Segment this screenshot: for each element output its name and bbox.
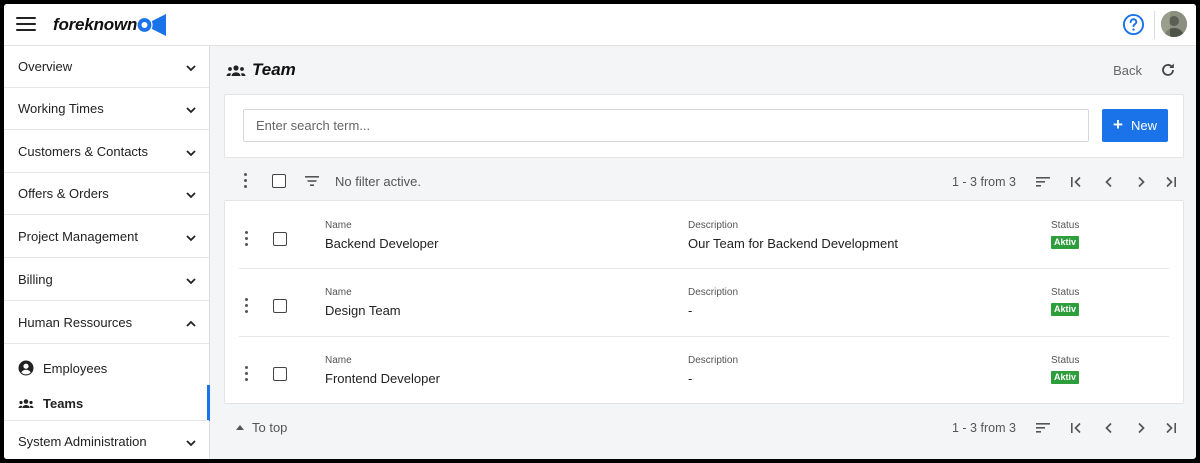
filter-icon[interactable]: [304, 175, 320, 187]
row-checkbox[interactable]: [273, 299, 287, 313]
main-content: Team Back + New No filter active. 1 - 3 …: [210, 46, 1196, 459]
more-vert-icon[interactable]: [243, 366, 249, 382]
list-footer: To top 1 - 3 from 3: [224, 412, 1184, 440]
avatar-image: [1161, 11, 1187, 37]
next-page-icon[interactable]: [1134, 175, 1148, 189]
sidebar-item-working-times[interactable]: Working Times: [4, 88, 209, 130]
status-badge: Aktiv: [1051, 236, 1080, 249]
table-row[interactable]: Name Backend Developer Description Our T…: [225, 201, 1183, 269]
team-name: Design Team: [325, 303, 401, 318]
sidebar-item-label: Billing: [18, 272, 53, 287]
list-toolbar: No filter active. 1 - 3 from 3: [224, 168, 1184, 196]
sidebar-item-system-administration[interactable]: System Administration: [4, 420, 209, 459]
status-badge: Aktiv: [1051, 303, 1080, 316]
team-name: Frontend Developer: [325, 371, 440, 386]
next-page-icon[interactable]: [1134, 421, 1148, 435]
sidebar-item-overview[interactable]: Overview: [4, 46, 209, 88]
pagination-text: 1 - 3 from 3: [952, 421, 1016, 435]
sidebar-item-employees[interactable]: Employees: [4, 350, 209, 386]
to-top-label: To top: [252, 420, 288, 435]
row-checkbox[interactable]: [273, 367, 287, 381]
top-bar: foreknown: [4, 4, 1196, 46]
sidebar-item-label: Overview: [18, 59, 73, 74]
sidebar-item-label: Offers & Orders: [18, 186, 109, 201]
team-list: Name Backend Developer Description Our T…: [224, 200, 1184, 404]
chevron-down-icon: [186, 278, 196, 285]
arrow-up-icon: [236, 425, 244, 430]
new-button-label: New: [1131, 118, 1158, 133]
help-icon[interactable]: [1122, 13, 1145, 36]
select-all-checkbox[interactable]: [272, 174, 286, 188]
back-button[interactable]: Back: [1113, 63, 1142, 78]
page-title: Team: [252, 60, 296, 79]
status-label: Status: [1051, 355, 1080, 366]
chevron-down-icon: [186, 150, 196, 157]
description-label: Description: [688, 287, 739, 298]
chevron-down-icon: [186, 235, 196, 242]
table-row[interactable]: Name Design Team Description - Status Ak…: [225, 269, 1183, 337]
avatar[interactable]: [1161, 11, 1187, 37]
previous-page-icon[interactable]: [1102, 175, 1116, 189]
sidebar-item-label: Human Ressources: [18, 315, 133, 330]
logo-text: foreknown: [53, 15, 138, 34]
first-page-icon[interactable]: [1069, 175, 1083, 189]
pagination-text: 1 - 3 from 3: [952, 175, 1016, 189]
sidebar-item-label: System Administration: [18, 434, 147, 449]
more-vert-icon[interactable]: [243, 231, 249, 247]
search-card: + New: [224, 94, 1184, 158]
refresh-icon[interactable]: [1160, 62, 1176, 78]
app-window: foreknown Overview Working Times Custome…: [4, 4, 1196, 459]
filter-status-text: No filter active.: [335, 174, 421, 189]
status-badge: Aktiv: [1051, 371, 1080, 384]
sidebar-item-label: Customers & Contacts: [18, 144, 149, 159]
team-description: Our Team for Backend Development: [688, 236, 899, 251]
description-label: Description: [688, 355, 739, 366]
sidebar: Overview Working Times Customers & Conta…: [4, 46, 210, 459]
menu-icon[interactable]: [16, 16, 36, 32]
chevron-down-icon: [186, 65, 196, 72]
sidebar-item-project-management[interactable]: Project Management: [4, 216, 209, 258]
status-label: Status: [1051, 220, 1080, 231]
chevron-down-icon: [186, 440, 196, 447]
plus-icon: +: [1113, 115, 1123, 134]
table-row[interactable]: Name Frontend Developer Description - St…: [225, 337, 1183, 405]
topbar-divider: [1154, 11, 1155, 39]
more-vert-icon[interactable]: [242, 173, 248, 189]
row-checkbox[interactable]: [273, 232, 287, 246]
team-name: Backend Developer: [325, 236, 439, 251]
name-label: Name: [325, 355, 352, 366]
new-button[interactable]: + New: [1102, 109, 1168, 142]
previous-page-icon[interactable]: [1102, 421, 1116, 435]
sort-icon[interactable]: [1036, 421, 1050, 435]
groups-icon: [226, 65, 246, 76]
team-description: -: [688, 371, 693, 386]
team-description: -: [688, 303, 693, 318]
account-circle-icon: [18, 360, 34, 376]
sidebar-item-human-ressources[interactable]: Human Ressources: [4, 302, 209, 344]
name-label: Name: [325, 220, 352, 231]
sidebar-item-label: Project Management: [18, 229, 138, 244]
chevron-down-icon: [186, 107, 196, 114]
description-label: Description: [688, 220, 739, 231]
sidebar-item-label: Working Times: [18, 101, 104, 116]
name-label: Name: [325, 287, 352, 298]
sidebar-item-label: Employees: [43, 361, 108, 376]
sidebar-item-teams[interactable]: Teams: [4, 385, 210, 421]
more-vert-icon[interactable]: [243, 298, 249, 314]
sidebar-item-billing[interactable]: Billing: [4, 259, 209, 301]
chevron-up-icon: [186, 320, 196, 327]
status-label: Status: [1051, 287, 1080, 298]
sidebar-item-customers-contacts[interactable]: Customers & Contacts: [4, 131, 209, 173]
search-input[interactable]: [243, 109, 1089, 142]
logo-icon: [136, 14, 166, 36]
sort-icon[interactable]: [1036, 175, 1050, 189]
last-page-icon[interactable]: [1164, 421, 1178, 435]
groups-icon: [18, 399, 34, 408]
to-top-button[interactable]: To top: [236, 420, 287, 435]
chevron-down-icon: [186, 192, 196, 199]
sidebar-item-label: Teams: [43, 396, 84, 411]
sidebar-item-offers-orders[interactable]: Offers & Orders: [4, 173, 209, 215]
last-page-icon[interactable]: [1164, 175, 1178, 189]
first-page-icon[interactable]: [1069, 421, 1083, 435]
